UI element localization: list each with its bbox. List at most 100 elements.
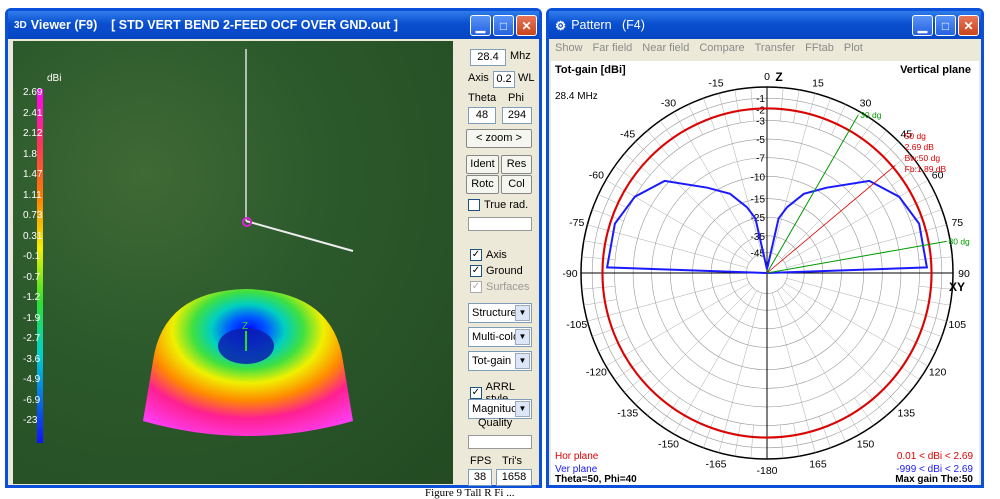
polar-spoke — [750, 87, 754, 122]
close-icon[interactable]: ✕ — [958, 15, 979, 36]
polar-spoke — [918, 256, 953, 260]
zoom-out-button[interactable]: < — [476, 132, 482, 144]
maximize-icon[interactable]: □ — [493, 15, 514, 36]
marker-label: Fb:1.89 dB — [905, 164, 947, 174]
viewer-control-panel: 28.4 Mhz Axis 0.2 WL Theta Phi 48 294 < … — [458, 41, 538, 486]
col-button[interactable]: Col — [501, 175, 532, 194]
polar-spoke — [583, 299, 617, 306]
menu-fftab[interactable]: FFtab — [805, 42, 834, 54]
zoom-in-button[interactable]: > — [516, 132, 522, 144]
polar-spoke — [780, 424, 784, 459]
polar-spoke — [587, 278, 748, 322]
structure-dropdown[interactable]: Structure ▼ — [468, 303, 532, 323]
scale-value: -2.7 — [23, 333, 41, 344]
menu-plot[interactable]: Plot — [844, 42, 863, 54]
ring-tick-label: -1 — [756, 94, 765, 105]
theta-phi-readout: Theta=50, Phi=40 — [555, 474, 637, 485]
pattern-app-icon: ⚙ — [555, 18, 567, 33]
tris-label: Tri's — [502, 455, 523, 467]
antenna-horizontal-wire — [245, 220, 354, 252]
axis-input[interactable]: 0.2 — [493, 71, 515, 88]
quality-slider[interactable] — [468, 435, 532, 449]
close-icon[interactable]: ✕ — [516, 15, 537, 36]
polar-spoke — [750, 424, 754, 459]
totgain-dropdown[interactable]: Tot-gain ▼ — [468, 351, 532, 371]
multicolor-dropdown[interactable]: Multi-colo ▼ — [468, 327, 532, 347]
viewer-3d-scene: Z — [37, 49, 354, 443]
angle-tick-label: 120 — [929, 367, 947, 379]
theta-input[interactable]: 48 — [468, 107, 496, 124]
angle-tick-label: 105 — [949, 319, 967, 331]
max-gain-line — [766, 165, 896, 274]
true-rad-slider[interactable] — [468, 217, 532, 231]
ring-tick-label: -5 — [756, 135, 765, 146]
fps-label: FPS — [470, 455, 492, 467]
max-gain-readout: Max gain The:50 — [895, 474, 973, 485]
menu-show[interactable]: Show — [555, 42, 583, 54]
checkmark-icon: ✓ — [470, 265, 482, 277]
maximize-icon[interactable]: □ — [935, 15, 956, 36]
polar-plot-area: 0 15 30 45 60 75 90 -15 -30 -45 -60 -75 -90 -105 -120-… — [551, 61, 979, 485]
polar-spoke — [786, 278, 947, 322]
multicolor-dropdown-value: Multi-colo — [472, 331, 520, 343]
axis-label: Axis — [468, 72, 489, 84]
angle-tick-label: -180 — [756, 465, 777, 477]
freq-input[interactable]: 28.4 — [470, 49, 506, 66]
polar-spoke — [703, 98, 716, 130]
angle-tick-label: 90 — [958, 268, 970, 280]
scale-value: 0.31 — [23, 230, 43, 242]
tris-value: 1658 — [496, 469, 532, 486]
rotc-button[interactable]: Rotc — [466, 175, 499, 194]
scale-value: 1.11 — [23, 189, 42, 201]
scale-value: -0.7 — [23, 271, 41, 283]
ident-button[interactable]: Ident — [466, 155, 499, 174]
ground-checkbox[interactable]: ✓ Ground — [470, 265, 523, 277]
scale-value: 2.69 — [23, 87, 43, 98]
viewer-titlebar[interactable]: 3D Viewer (F9) [ STD VERT BEND 2-FEED OC… — [8, 11, 539, 39]
viewer-title: Viewer (F9) [ STD VERT BEND 2-FEED OCF O… — [30, 18, 398, 32]
z-axis-label: Z — [775, 70, 782, 84]
menu-near-field[interactable]: Near field — [642, 42, 689, 54]
pattern-titlebar[interactable]: ⚙ Pattern (F4) ▁ □ ✕ — [549, 11, 981, 39]
viewer-window: 3D Viewer (F9) [ STD VERT BEND 2-FEED OC… — [5, 8, 542, 488]
angle-tick-label: 15 — [812, 78, 824, 90]
scale-value: 2.41 — [23, 107, 43, 119]
angle-tick-label: -30 — [661, 97, 676, 109]
angle-tick-label: -45 — [620, 129, 635, 141]
surfaces-checkbox[interactable]: ✓ Surfaces — [470, 281, 529, 293]
minimize-icon[interactable]: ▁ — [470, 15, 491, 36]
polar-spoke — [772, 292, 816, 453]
scale-value: -23 — [23, 415, 38, 426]
polar-spoke — [831, 411, 846, 442]
zoom-control[interactable]: < zoom > — [466, 129, 532, 148]
cursor-label: 30 dg — [860, 110, 882, 120]
checkbox-icon — [468, 199, 480, 211]
angle-tick-label: -75 — [569, 217, 584, 229]
theta-label: Theta — [468, 92, 497, 104]
axis-checkbox[interactable]: ✓ Axis — [470, 249, 507, 261]
menu-compare[interactable]: Compare — [699, 42, 744, 54]
polar-spoke — [703, 416, 716, 448]
magnitude-dropdown[interactable]: Magnituc ▼ — [468, 399, 532, 419]
plane-label: Vertical plane — [900, 64, 971, 76]
ground-checkbox-label: Ground — [486, 265, 523, 277]
xy-axis-label: XY — [949, 280, 965, 294]
true-rad-checkbox[interactable]: True rad. — [468, 199, 528, 211]
minimize-icon[interactable]: ▁ — [912, 15, 933, 36]
chevron-down-icon: ▼ — [515, 353, 530, 369]
menu-far-field[interactable]: Far field — [593, 42, 633, 54]
polar-spoke — [818, 416, 831, 448]
menu-transfer[interactable]: Transfer — [755, 42, 796, 54]
viewer-3d-canvas[interactable]: Z dBi 2.69 2.41 2.12 1.8 1.47 1.11 0.73 0.31 -0.… — [13, 41, 453, 484]
polar-spoke — [781, 287, 899, 405]
polar-spoke — [734, 423, 741, 457]
polar-spoke — [581, 256, 616, 260]
scale-value: -1.9 — [23, 312, 41, 324]
polar-spoke — [772, 93, 816, 254]
res-button[interactable]: Res — [501, 155, 532, 174]
chevron-down-icon: ▼ — [515, 329, 530, 345]
scale-value: -6.9 — [23, 394, 41, 406]
phi-input[interactable]: 294 — [502, 107, 532, 124]
z-axis-label: Z — [242, 321, 248, 332]
checkmark-icon: ✓ — [470, 281, 482, 293]
